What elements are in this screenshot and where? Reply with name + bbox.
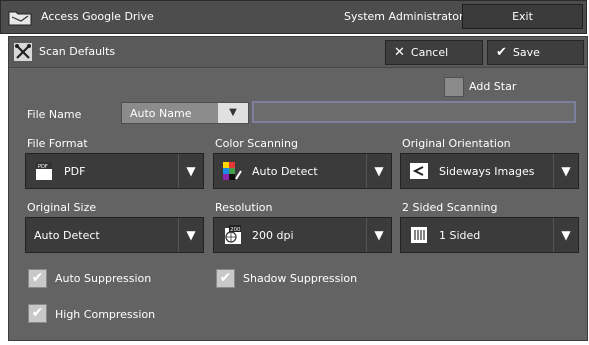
- resolution-label: Resolution: [215, 201, 273, 214]
- color-scanning-value: Auto Detect: [252, 165, 318, 178]
- checkmark-icon: ✔: [496, 45, 507, 60]
- file-format-dropdown[interactable]: PDF PDF ▼: [25, 153, 204, 189]
- original-orientation-value: Sideways Images: [439, 165, 535, 178]
- pdf-icon: PDF: [36, 162, 52, 180]
- original-orientation-dropdown[interactable]: Sideways Images ▼: [400, 153, 579, 189]
- tools-icon: [14, 43, 32, 61]
- close-icon: ✕: [394, 45, 405, 60]
- color-scanning-label: Color Scanning: [215, 137, 298, 150]
- checkmark-icon: ✔: [31, 270, 44, 286]
- two-sided-scanning-label: 2 Sided Scanning: [402, 201, 498, 214]
- auto-suppression-label: Auto Suppression: [55, 272, 152, 285]
- resolution-dropdown[interactable]: 200 200 dpi ▼: [213, 217, 392, 253]
- original-size-label: Original Size: [27, 201, 97, 214]
- two-sided-scanning-value: 1 Sided: [439, 229, 481, 242]
- exit-button[interactable]: Exit: [462, 4, 583, 29]
- scan-defaults-panel: Scan Defaults ✕ Cancel ✔ Save Add Star Fil…: [8, 36, 588, 341]
- auto-suppression-checkbox[interactable]: ✔: [28, 269, 47, 288]
- save-button[interactable]: ✔ Save: [487, 40, 584, 65]
- original-orientation-label: Original Orientation: [402, 137, 511, 150]
- original-size-dropdown[interactable]: Auto Detect ▼: [25, 217, 204, 253]
- chevron-down-icon: ▼: [218, 103, 248, 123]
- panel-title: Scan Defaults: [39, 45, 116, 58]
- panel-header: Scan Defaults ✕ Cancel ✔ Save: [9, 37, 587, 68]
- cancel-label: Cancel: [410, 46, 449, 59]
- file-name-input[interactable]: [252, 101, 576, 123]
- resolution-value: 200 dpi: [252, 229, 294, 242]
- chevron-down-icon: ▼: [366, 154, 391, 188]
- high-compression-checkbox[interactable]: ✔: [28, 304, 47, 323]
- resolution-icon: 200: [225, 225, 241, 244]
- file-format-value: PDF: [64, 165, 86, 178]
- color-scanning-dropdown[interactable]: Auto Detect ▼: [213, 153, 392, 189]
- title-bar: Access Google Drive System Administrator…: [0, 0, 587, 34]
- folder-icon: [8, 11, 32, 26]
- add-star-label: Add Star: [469, 80, 517, 93]
- chevron-down-icon: ▼: [178, 218, 203, 252]
- file-name-type-select[interactable]: Auto Name ▼: [121, 102, 249, 124]
- scan-defaults-screen: Access Google Drive System Administrator…: [0, 0, 589, 345]
- two-sided-scanning-dropdown[interactable]: 1 Sided ▼: [400, 217, 579, 253]
- file-name-type-value: Auto Name: [130, 107, 192, 120]
- color-auto-icon: [223, 162, 242, 180]
- resolution-icon-text: 200: [230, 227, 241, 233]
- user-name: System Administrator: [344, 10, 464, 23]
- high-compression-label: High Compression: [55, 308, 156, 321]
- shadow-suppression-label: Shadow Suppression: [243, 272, 358, 285]
- one-sided-icon: [411, 227, 427, 243]
- cancel-button[interactable]: ✕ Cancel: [385, 40, 483, 65]
- original-size-value: Auto Detect: [34, 229, 100, 242]
- chevron-down-icon: ▼: [178, 154, 203, 188]
- sideways-icon: [410, 163, 428, 179]
- svg-text:PDF: PDF: [38, 164, 48, 170]
- chevron-down-icon: ▼: [553, 218, 578, 252]
- save-label: Save: [512, 46, 540, 59]
- add-star-checkbox[interactable]: [444, 77, 464, 97]
- chevron-down-icon: ▼: [366, 218, 391, 252]
- app-title: Access Google Drive: [41, 10, 154, 23]
- file-name-label: File Name: [27, 108, 82, 121]
- file-format-label: File Format: [27, 137, 88, 150]
- shadow-suppression-checkbox[interactable]: ✔: [216, 269, 235, 288]
- chevron-down-icon: ▼: [553, 154, 578, 188]
- checkmark-icon: ✔: [219, 270, 232, 286]
- checkmark-icon: ✔: [31, 305, 44, 321]
